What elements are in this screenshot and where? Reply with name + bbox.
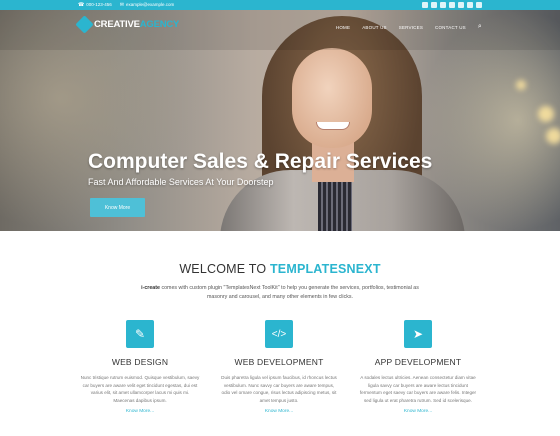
menu-item-services[interactable]: Services xyxy=(399,25,423,30)
intro-brand: i-create xyxy=(141,285,160,291)
feature-app-development: ➤ APP DEVELOPMENT A sodales lectus ultri… xyxy=(338,320,498,414)
contact-info: ☎ 000-123-456 ✉ example@example.com xyxy=(78,1,174,9)
google-plus-icon[interactable] xyxy=(440,2,446,8)
feature-description: Nunc tristique rutrum euismod. Quisque v… xyxy=(80,375,200,403)
phone-number: 000-123-456 xyxy=(86,2,112,7)
phone-icon: ☎ xyxy=(78,2,85,8)
welcome-title-part2: TEMPLATESNEXT xyxy=(269,262,381,276)
facebook-icon[interactable] xyxy=(431,2,437,8)
hero-know-more-button[interactable]: Know More xyxy=(90,198,145,217)
hero-subtitle: Fast And Affordable Services At Your Doo… xyxy=(88,177,274,187)
welcome-heading: WELCOME TO TEMPLATESNEXT xyxy=(0,262,560,276)
pinterest-icon[interactable] xyxy=(467,2,473,8)
site-logo[interactable]: CREATIVEAGENCY xyxy=(75,15,179,34)
linkedin-icon[interactable] xyxy=(449,2,455,8)
main-menu: Home About Us Services Contact Us ⌕ xyxy=(336,23,482,31)
welcome-title-part1: WELCOME TO xyxy=(179,262,270,276)
email-address[interactable]: example@example.com xyxy=(126,1,174,9)
search-icon[interactable]: ⌕ xyxy=(478,23,482,31)
menu-item-home[interactable]: Home xyxy=(336,25,350,30)
menu-item-contact[interactable]: Contact Us xyxy=(435,25,466,30)
logo-text-part1: CREATIVE xyxy=(94,19,140,30)
paper-plane-icon: ➤ xyxy=(404,320,432,348)
feature-web-design: ✎ WEB DESIGN Nunc tristique rutrum euism… xyxy=(60,320,220,414)
feature-title: WEB DESIGN xyxy=(111,357,169,367)
logo-text-part2: AGENCY xyxy=(139,19,180,30)
instagram-icon[interactable] xyxy=(476,2,482,8)
twitter-icon[interactable] xyxy=(422,2,428,8)
email-item[interactable]: ✉ example@example.com xyxy=(120,1,175,9)
envelope-icon: ✉ xyxy=(119,2,124,8)
code-icon: </> xyxy=(265,320,293,348)
feature-web-development: </> WEB DEVELOPMENT Duis pharetra ligula… xyxy=(199,320,359,414)
logo-diamond-icon xyxy=(75,15,94,34)
hero-person-face xyxy=(292,48,372,148)
social-links xyxy=(422,2,482,8)
hero-person-shirt xyxy=(318,175,352,231)
hero-person-smile xyxy=(316,122,350,130)
feature-know-more-link[interactable]: Know More... xyxy=(60,409,220,414)
hero-title: Computer Sales & Repair Services xyxy=(88,150,433,173)
flickr-icon[interactable] xyxy=(458,2,464,8)
bokeh-light xyxy=(546,128,560,144)
top-bar: ☎ 000-123-456 ✉ example@example.com xyxy=(0,0,560,10)
feature-description: A sodales lectus ultricies. Aenean conse… xyxy=(359,375,477,403)
feature-know-more-link[interactable]: Know More... xyxy=(338,409,498,414)
feature-title: APP DEVELOPMENT xyxy=(374,357,462,367)
feature-know-more-link[interactable]: Know More... xyxy=(199,409,359,414)
feature-title: WEB DEVELOPMENT xyxy=(234,357,324,367)
feature-description: Duis pharetra ligula vel ipsum faucibus,… xyxy=(221,375,337,403)
welcome-intro: i-create comes with custom plugin "Templ… xyxy=(140,284,420,301)
magic-wand-icon: ✎ xyxy=(126,320,154,348)
bokeh-light xyxy=(516,80,526,90)
bokeh-light xyxy=(538,106,554,122)
intro-text: comes with custom plugin "TemplatesNext … xyxy=(159,285,419,300)
phone-item: ☎ 000-123-456 xyxy=(78,1,112,9)
menu-item-about[interactable]: About Us xyxy=(362,25,387,30)
logo-text: CREATIVEAGENCY xyxy=(94,19,179,30)
